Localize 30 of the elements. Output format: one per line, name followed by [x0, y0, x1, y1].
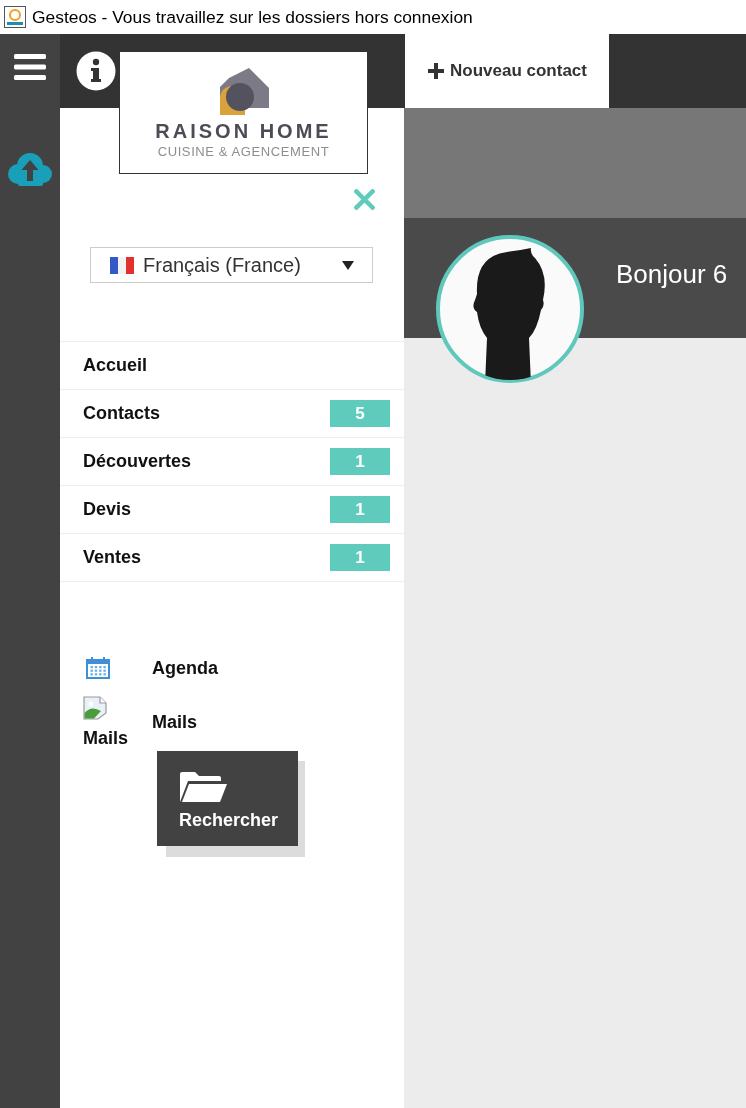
count-badge: 1	[330, 496, 390, 523]
agenda-link[interactable]: Agenda	[152, 657, 218, 679]
nav-item[interactable]: Devis 1	[60, 486, 404, 534]
image-alt-text: Mails	[83, 728, 129, 748]
caret-icon	[342, 260, 354, 270]
logo-tagline: CUISINE & AGENCEMENT	[157, 145, 330, 159]
count-badge: 5	[330, 400, 390, 427]
nav-item[interactable]: Contacts 5	[60, 390, 404, 438]
nav-item[interactable]: Ventes 1	[60, 534, 404, 582]
search-button[interactable]: Rechercher	[157, 751, 305, 857]
menu-icon[interactable]	[14, 54, 46, 80]
mails-link[interactable]: Mails	[152, 711, 198, 733]
flag-icon	[110, 256, 134, 274]
house-logo-icon	[218, 68, 269, 115]
new-contact-tab[interactable]: Nouveau contact	[405, 34, 609, 108]
greeting-text: Bonjour 6	[616, 259, 728, 289]
language-select[interactable]: Français (France)	[90, 247, 373, 283]
info-icon[interactable]	[76, 51, 116, 91]
nav-item[interactable]: Découvertes 1	[60, 438, 404, 486]
logo-name: RAISON HOME	[155, 121, 332, 141]
app-icon	[4, 6, 26, 28]
broken-image-icon	[83, 696, 107, 720]
folder-icon	[179, 772, 228, 802]
count-badge: 1	[330, 448, 390, 475]
count-badge: 1	[330, 544, 390, 571]
plus-icon	[428, 63, 444, 79]
window-title: Gesteos - Vous travaillez sur les dossiers hors connexion	[32, 6, 473, 28]
cloud-upload-icon[interactable]	[7, 152, 53, 186]
calendar-icon	[86, 657, 110, 679]
avatar-icon	[435, 234, 585, 384]
